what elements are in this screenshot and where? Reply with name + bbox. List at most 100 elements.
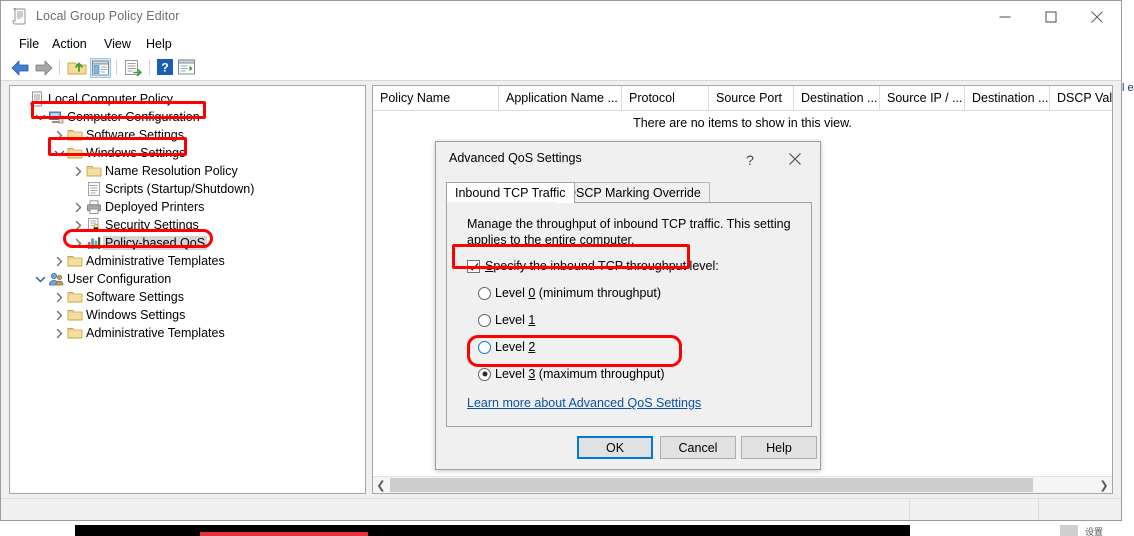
- chevron-right-icon[interactable]: [52, 288, 66, 306]
- chevron-right-icon[interactable]: [71, 162, 85, 180]
- list-column-source-ip[interactable]: Source IP / ...: [880, 86, 965, 110]
- tree-item-administrative-templates[interactable]: Administrative Templates: [52, 252, 227, 270]
- list-column-destination[interactable]: Destination ...: [965, 86, 1050, 110]
- advanced-qos-settings-dialog: Advanced QoS Settings ? Inbound TCP Traf…: [435, 141, 821, 470]
- tree-item-name-resolution-policy[interactable]: Name Resolution Policy: [71, 162, 240, 180]
- radio-level-1[interactable]: [478, 313, 491, 327]
- list-column-application-name[interactable]: Application Name ...: [499, 86, 622, 110]
- tree-item-administrative-templates[interactable]: Administrative Templates: [52, 324, 227, 342]
- tree-item-label: Computer Configuration: [67, 110, 200, 124]
- help-icon[interactable]: ?: [156, 58, 177, 78]
- radio-level-2-label: Level 2: [495, 340, 536, 354]
- list-column-protocol[interactable]: Protocol: [622, 86, 709, 110]
- screen: l e 案 （ ） p 设置 Local Group Policy Editor: [0, 0, 1134, 536]
- background-window-right-content: l e 案 （ ） p: [1122, 82, 1134, 94]
- printer-icon: [85, 198, 103, 216]
- menu-item-view[interactable]: View: [99, 36, 136, 52]
- chevron-down-icon[interactable]: [52, 144, 66, 162]
- help-button[interactable]: Help: [741, 436, 817, 459]
- radio-row-level-1[interactable]: Level 1: [478, 313, 535, 327]
- radio-row-level-0[interactable]: Level 0 (minimum throughput): [478, 286, 661, 300]
- chevron-right-icon[interactable]: [52, 252, 66, 270]
- list-column-label: Source Port: [716, 91, 783, 105]
- policy-icon: [28, 90, 46, 108]
- user-icon: [47, 270, 65, 288]
- show-hide-action-pane-icon[interactable]: [177, 58, 198, 78]
- console-tree-pane[interactable]: Local Computer Policy Computer Configurat…: [9, 85, 366, 494]
- radio-level-0[interactable]: [478, 286, 491, 300]
- up-one-level-icon[interactable]: [67, 58, 88, 78]
- tree-item-label: User Configuration: [67, 272, 172, 286]
- background-window-bottom-accent: [200, 532, 368, 536]
- chevron-right-icon[interactable]: [71, 234, 85, 252]
- tree-item-label: Administrative Templates: [86, 326, 225, 340]
- tree-item-security-settings[interactable]: Security Settings: [71, 216, 201, 234]
- ok-button[interactable]: OK: [577, 436, 653, 459]
- pane-splitter[interactable]: [367, 85, 371, 494]
- menu-item-action[interactable]: Action: [47, 36, 92, 52]
- menu-item-help[interactable]: Help: [141, 36, 177, 52]
- tree-item-computer-configuration[interactable]: Computer Configuration: [33, 108, 202, 126]
- tab-inbound-tcp-traffic[interactable]: Inbound TCP Traffic: [446, 182, 575, 203]
- radio-level-2[interactable]: [478, 340, 491, 354]
- tab-dscp-marking-override[interactable]: DSCP Marking Override: [558, 182, 710, 203]
- list-column-policy-name[interactable]: Policy Name: [373, 86, 499, 110]
- tree-item-software-settings[interactable]: Software Settings: [52, 126, 186, 144]
- export-list-icon[interactable]: [123, 58, 144, 78]
- chevron-right-icon[interactable]: [52, 126, 66, 144]
- tree-item-windows-settings[interactable]: Windows Settings: [52, 306, 187, 324]
- radio-row-level-3[interactable]: Level 3 (maximum throughput): [478, 367, 665, 381]
- tab-panel-seam: [447, 202, 557, 203]
- learn-more-link[interactable]: Learn more about Advanced QoS Settings: [467, 396, 701, 410]
- dialog-close-icon[interactable]: [775, 146, 815, 172]
- tree-item-label: Windows Settings: [86, 308, 186, 322]
- chevron-right-icon[interactable]: [52, 306, 66, 324]
- tree-item-software-settings[interactable]: Software Settings: [52, 288, 186, 306]
- show-hide-tree-icon[interactable]: [90, 58, 111, 78]
- forward-icon[interactable]: [33, 58, 54, 78]
- tree-item-deployed-printers[interactable]: Deployed Printers: [71, 198, 206, 216]
- chevron-right-icon[interactable]: [71, 198, 85, 216]
- specify-throughput-checkbox-row[interactable]: Specify the inbound TCP throughput level…: [467, 259, 719, 273]
- svg-text:?: ?: [161, 61, 168, 75]
- dialog-help-icon[interactable]: ?: [736, 149, 764, 171]
- tree-item-user-configuration[interactable]: User Configuration: [33, 270, 173, 288]
- minimize-icon[interactable]: [982, 1, 1028, 32]
- chevron-right-icon[interactable]: [71, 216, 85, 234]
- tree-item-scripts-startup-shutdown[interactable]: Scripts (Startup/Shutdown): [71, 180, 256, 198]
- chevron-right-icon[interactable]: [52, 324, 66, 342]
- folder-icon: [66, 126, 84, 144]
- radio-row-level-2[interactable]: Level 2: [478, 340, 535, 354]
- background-window-bottom-panel: [910, 525, 1065, 536]
- policy-editor-icon: [12, 7, 28, 25]
- tree-item-local-computer-policy[interactable]: Local Computer Policy: [14, 90, 175, 108]
- toolbar-separator-3: [149, 60, 150, 75]
- chevron-down-icon[interactable]: [33, 108, 47, 126]
- computer-icon: [47, 108, 65, 126]
- list-column-label: Protocol: [629, 91, 675, 105]
- dialog-description: Manage the throughput of inbound TCP tra…: [467, 217, 791, 247]
- scrollbar-thumb[interactable]: [390, 478, 1033, 492]
- tree-item-policy-based-qos[interactable]: Policy-based QoS: [71, 234, 208, 252]
- specify-throughput-checkbox[interactable]: [467, 259, 480, 273]
- chevron-left-icon[interactable]: ❮: [373, 477, 389, 493]
- folder-icon: [66, 144, 84, 162]
- back-icon[interactable]: [10, 58, 31, 78]
- list-column-dscp-value[interactable]: DSCP Value: [1050, 86, 1112, 110]
- list-column-label: Application Name ...: [506, 91, 618, 105]
- menu-item-file[interactable]: File: [14, 36, 44, 52]
- list-column-source-port[interactable]: Source Port: [709, 86, 794, 110]
- list-column-destination[interactable]: Destination ...: [794, 86, 880, 110]
- radio-level-3[interactable]: [478, 367, 491, 381]
- chevron-down-icon[interactable]: [33, 270, 47, 288]
- tree-item-windows-settings[interactable]: Windows Settings: [52, 144, 187, 162]
- status-bar: [1, 498, 1121, 520]
- maximize-icon[interactable]: [1028, 1, 1074, 32]
- toolbar-separator-2: [116, 60, 117, 75]
- toolbar-separator-1: [59, 60, 60, 75]
- chevron-right-icon[interactable]: ❯: [1096, 477, 1112, 493]
- cancel-button[interactable]: Cancel: [660, 436, 736, 459]
- tree-item-label: Software Settings: [86, 128, 184, 142]
- close-icon[interactable]: [1074, 1, 1120, 32]
- horizontal-scrollbar[interactable]: ❮ ❯: [373, 476, 1112, 493]
